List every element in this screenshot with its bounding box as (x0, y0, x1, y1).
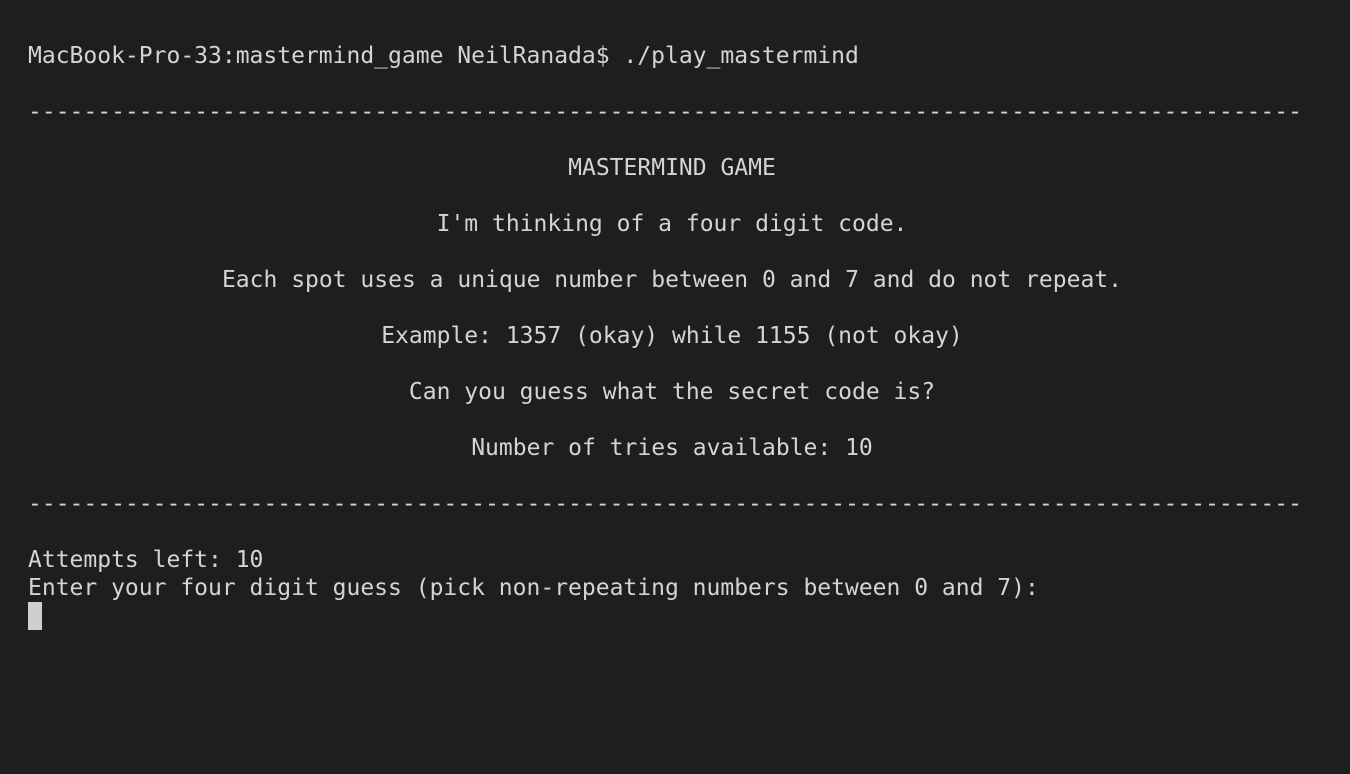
command-prompt-line: MacBook-Pro-33:mastermind_game NeilRanad… (28, 43, 859, 69)
game-title: MASTERMIND GAME (568, 155, 776, 181)
terminal-window[interactable]: MacBook-Pro-33:mastermind_game NeilRanad… (0, 0, 1350, 774)
rule-text: Each spot uses a unique number between 0… (221, 267, 1123, 293)
question-text: Can you guess what the secret code is? (408, 379, 936, 405)
text-cursor[interactable] (28, 602, 42, 630)
guess-input-prompt: Enter your four digit guess (pick non-re… (28, 575, 1039, 601)
attempts-left-text: Attempts left: 10 (28, 547, 264, 573)
bottom-divider: ----------------------------------------… (28, 491, 1302, 517)
tries-available-text: Number of tries available: 10 (471, 435, 873, 461)
example-text: Example: 1357 (okay) while 1155 (not oka… (381, 323, 963, 349)
top-divider: ----------------------------------------… (28, 99, 1302, 125)
intro-text: I'm thinking of a four digit code. (436, 211, 908, 237)
